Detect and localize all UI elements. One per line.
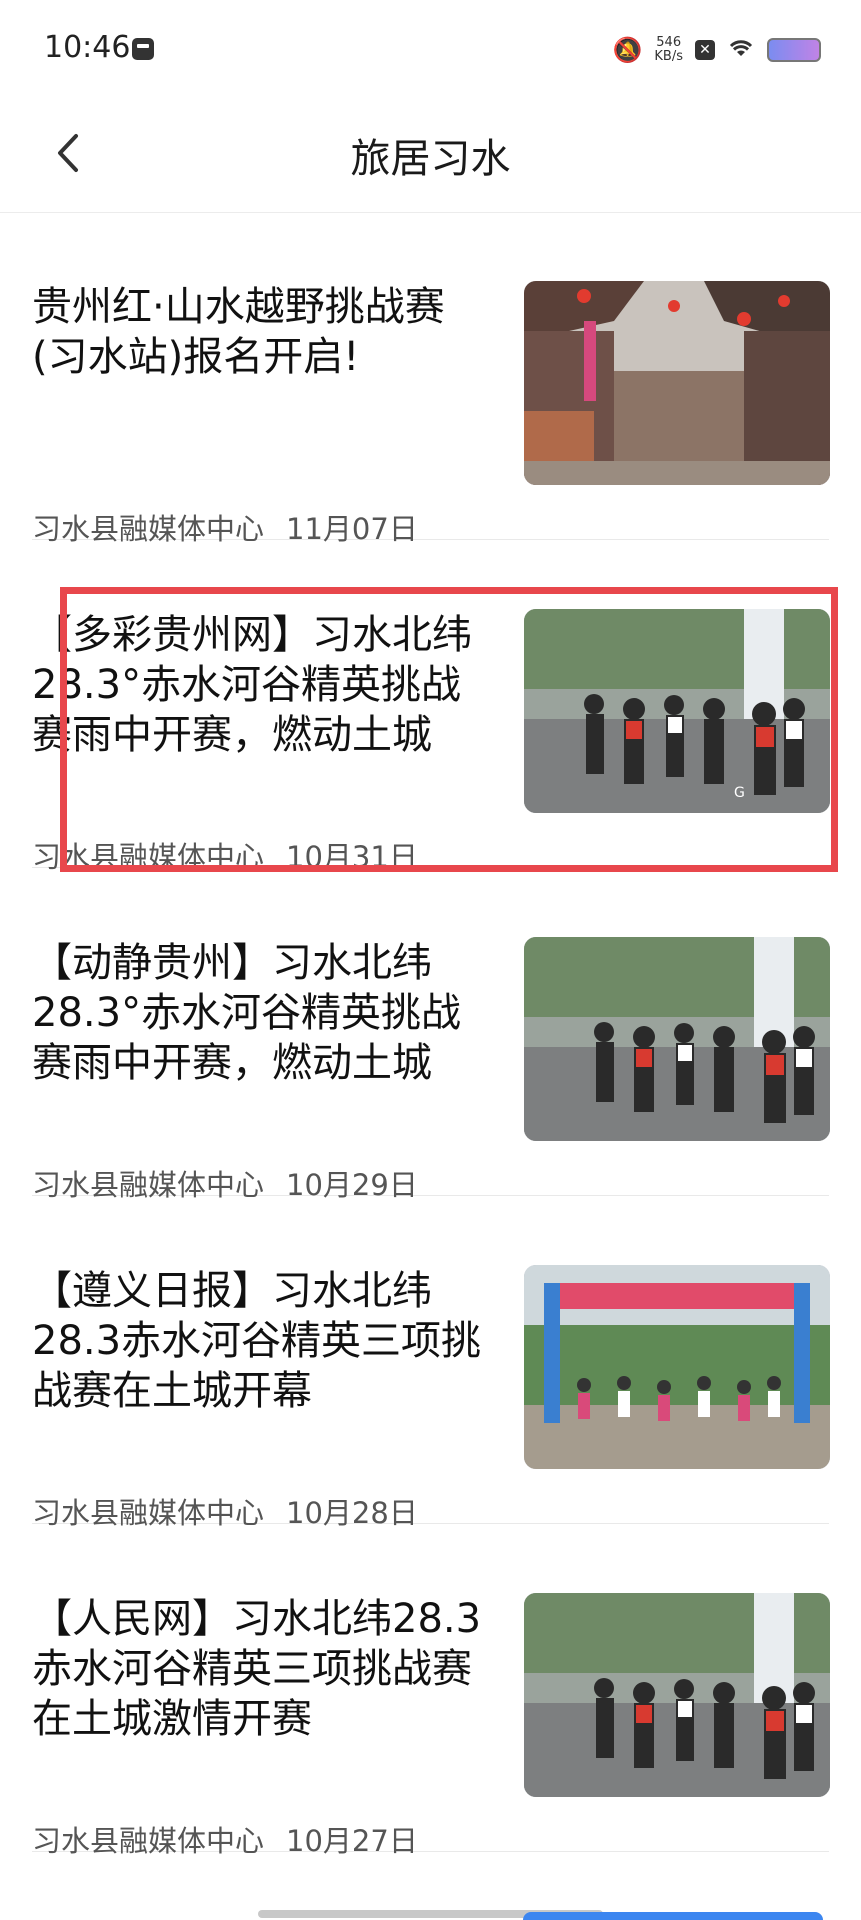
nav-bar: 旅居习水 xyxy=(0,100,861,213)
page-title: 旅居习水 xyxy=(350,136,511,182)
message-notification-icon xyxy=(132,38,154,60)
article-list: 贵州红·山水越野挑战赛(习水站)报名开启! 习水县融媒体中心 11月07日 【多彩… xyxy=(0,212,861,1858)
bell-mute-icon: 🔕 xyxy=(612,36,643,64)
network-speed: 546 KB/s xyxy=(654,36,683,64)
article-title: 【多彩贵州网】习水北纬28.3°赤水河谷精英挑战赛雨中开赛，燃动土城 xyxy=(32,612,472,758)
network-speed-unit: KB/s xyxy=(654,49,683,64)
article-item[interactable]: 【人民网】习水北纬28.3赤水河谷精英三项挑战赛在土城激情开赛 习水县融媒体中心… xyxy=(32,1524,830,1858)
svg-text:G: G xyxy=(734,785,745,801)
article-thumbnail xyxy=(524,937,830,1141)
article-thumbnail xyxy=(524,281,830,485)
battery-icon xyxy=(767,38,821,62)
article-thumbnail xyxy=(524,1265,830,1469)
close-box-icon: ✕ xyxy=(695,40,715,60)
article-title: 【动静贵州】习水北纬28.3°赤水河谷精英挑战赛雨中开赛，燃动土城 xyxy=(32,940,462,1086)
article-title: 贵州红·山水越野挑战赛(习水站)报名开启! xyxy=(32,284,445,380)
article-item[interactable]: 【遵义日报】习水北纬28.3赤水河谷精英三项挑战赛在土城开幕 习水县融媒体中心 1… xyxy=(32,1196,830,1530)
bottom-action-peek xyxy=(523,1912,823,1920)
article-thumbnail: G xyxy=(524,609,830,813)
status-icons: 🔕 546 KB/s ✕ xyxy=(612,30,821,70)
article-date: 10月27日 xyxy=(286,1824,418,1858)
article-title: 【人民网】习水北纬28.3赤水河谷精英三项挑战赛在土城激情开赛 xyxy=(32,1596,482,1742)
article-item[interactable]: 【多彩贵州网】习水北纬28.3°赤水河谷精英挑战赛雨中开赛，燃动土城 习水县融媒… xyxy=(32,540,830,874)
network-speed-value: 546 xyxy=(656,35,682,50)
article-item[interactable]: 【动静贵州】习水北纬28.3°赤水河谷精英挑战赛雨中开赛，燃动土城 习水县融媒体… xyxy=(32,868,830,1202)
article-title: 【遵义日报】习水北纬28.3赤水河谷精英三项挑战赛在土城开幕 xyxy=(32,1268,482,1414)
article-thumbnail xyxy=(524,1593,830,1797)
article-item[interactable]: 贵州红·山水越野挑战赛(习水站)报名开启! 习水县融媒体中心 11月07日 xyxy=(32,212,830,546)
wifi-icon xyxy=(727,36,755,64)
status-bar: 10:46 🔕 546 KB/s ✕ xyxy=(0,0,861,100)
status-time: 10:46 xyxy=(44,30,131,65)
article-meta: 习水县融媒体中心 10月27日 xyxy=(32,1818,418,1860)
article-source: 习水县融媒体中心 xyxy=(32,1824,265,1858)
